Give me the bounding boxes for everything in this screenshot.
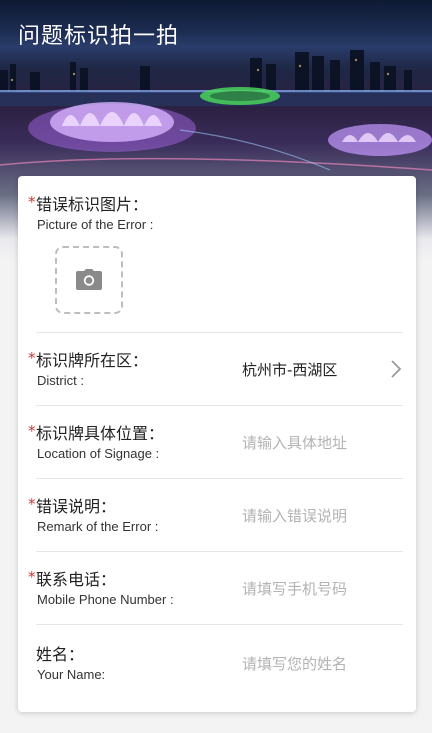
required-star-icon: * [28, 568, 36, 586]
phone-field: * 联系电话： Mobile Phone Number : 请填写手机号码 [28, 551, 403, 625]
required-star-icon: * [28, 193, 36, 211]
required-star-icon: * [28, 495, 36, 513]
camera-icon [76, 269, 102, 290]
error-report-form: * 错误标识图片： Picture of the Error : * 标识牌所在… [18, 176, 416, 712]
name-label: 姓名： [36, 645, 85, 664]
district-label-en: District : [37, 373, 84, 388]
required-star-icon: * [28, 422, 36, 440]
remark-input[interactable]: 请输入错误说明 [242, 505, 347, 526]
district-select[interactable]: 杭州市-西湖区 [242, 359, 337, 380]
district-label: 标识牌所在区： [36, 351, 149, 370]
name-input[interactable]: 请填写您的姓名 [242, 653, 347, 674]
page-title: 问题标识拍一拍 [18, 24, 180, 49]
phone-label: 联系电话： [36, 570, 117, 589]
phone-label-en: Mobile Phone Number : [37, 592, 174, 607]
remark-label-en: Remark of the Error : [37, 519, 159, 534]
photo-upload-button[interactable] [55, 246, 123, 314]
required-star-icon: * [28, 349, 36, 367]
photo-label-en: Picture of the Error : [37, 217, 154, 232]
location-label-en: Location of Signage : [37, 446, 160, 461]
phone-input[interactable]: 请填写手机号码 [242, 578, 347, 599]
remark-field: * 错误说明： Remark of the Error : 请输入错误说明 [28, 478, 403, 552]
location-input[interactable]: 请输入具体地址 [242, 432, 347, 453]
name-field: 姓名： Your Name: 请填写您的姓名 [36, 624, 403, 704]
location-field: * 标识牌具体位置： Location of Signage : 请输入具体地址 [28, 405, 403, 479]
photo-label: 错误标识图片： [36, 195, 149, 214]
remark-label: 错误说明： [36, 497, 117, 516]
photo-field: * 错误标识图片： Picture of the Error : [28, 176, 403, 333]
location-label: 标识牌具体位置： [36, 424, 165, 443]
name-label-en: Your Name: [37, 667, 106, 682]
district-field[interactable]: * 标识牌所在区： District : 杭州市-西湖区 [28, 332, 403, 406]
chevron-right-icon[interactable] [389, 360, 403, 378]
